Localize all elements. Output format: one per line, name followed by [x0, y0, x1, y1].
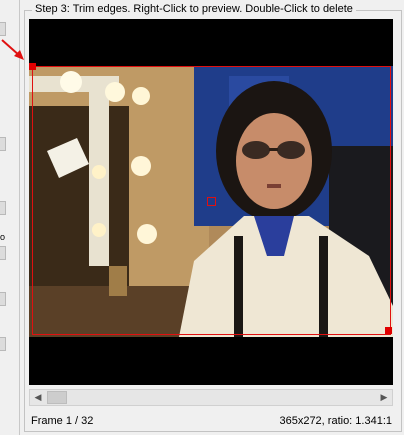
dimensions-readout: 365x272, ratio: 1.341:1: [279, 415, 392, 427]
scroll-thumb[interactable]: [47, 391, 67, 404]
left-panel-button[interactable]: [0, 337, 6, 351]
crop-handle-bottom-right[interactable]: [385, 327, 392, 334]
right-arrow-icon: ▶: [380, 392, 388, 402]
left-panel-button[interactable]: [0, 137, 6, 151]
crop-handle-top-left[interactable]: [29, 63, 36, 70]
left-panel-button[interactable]: [0, 201, 6, 215]
group-title: Step 3: Trim edges. Right-Click to previ…: [32, 3, 356, 15]
left-panel-button[interactable]: [0, 246, 6, 260]
left-panel-button[interactable]: [0, 22, 6, 36]
crop-center-handle[interactable]: [207, 197, 216, 206]
scroll-left-button[interactable]: ◀: [30, 390, 46, 405]
left-panel-text: o: [0, 232, 6, 242]
video-preview[interactable]: [29, 19, 393, 385]
red-arrow-icon: [1, 39, 24, 60]
frame-counter: Frame 1 / 32: [31, 415, 94, 427]
frame-scrollbar[interactable]: ◀ ▶: [29, 389, 393, 406]
left-panel-button[interactable]: [0, 292, 6, 306]
scroll-right-button[interactable]: ▶: [376, 390, 392, 405]
left-arrow-icon: ◀: [34, 392, 42, 402]
